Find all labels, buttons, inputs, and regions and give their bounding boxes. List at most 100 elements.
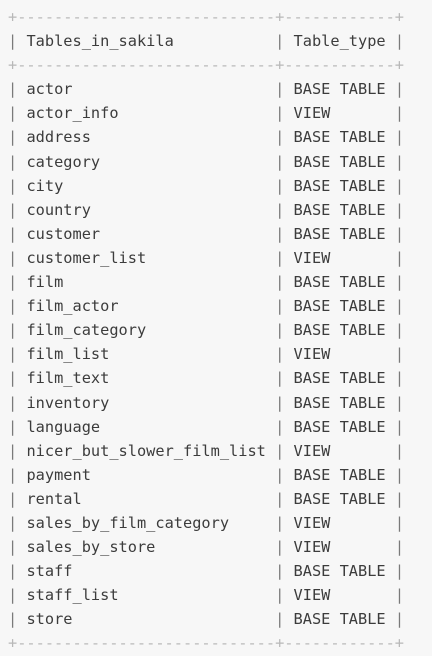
table-row: | category | BASE TABLE | bbox=[8, 150, 404, 174]
table-type-cell: BASE TABLE bbox=[293, 321, 386, 340]
column-divider: | bbox=[275, 273, 285, 292]
table-name-cell: film bbox=[26, 273, 64, 292]
column-divider: | bbox=[394, 297, 405, 316]
column-divider: | bbox=[275, 610, 285, 629]
column-divider: | bbox=[8, 393, 18, 412]
table-header-border: +----------------------------+----------… bbox=[8, 56, 405, 75]
table-row: | actor_info | VIEW | bbox=[8, 101, 404, 125]
column-divider: | bbox=[394, 104, 405, 123]
column-divider: | bbox=[394, 176, 405, 195]
table-row: | address | BASE TABLE | bbox=[8, 125, 404, 149]
table-name-cell: film_list bbox=[26, 345, 110, 364]
table-type-cell: BASE TABLE bbox=[293, 610, 386, 629]
table-type-cell: BASE TABLE bbox=[293, 465, 386, 484]
table-name-cell: language bbox=[26, 417, 101, 436]
table-type-cell: VIEW bbox=[293, 104, 331, 123]
table-row: | actor | BASE TABLE | bbox=[8, 77, 404, 101]
column-divider: | bbox=[394, 465, 405, 484]
column-divider: | bbox=[8, 32, 18, 51]
column-divider: | bbox=[275, 321, 285, 340]
table-row: | customer | BASE TABLE | bbox=[8, 222, 404, 246]
column-divider: | bbox=[275, 393, 285, 412]
column-divider: | bbox=[394, 610, 405, 629]
column-divider: | bbox=[275, 345, 285, 364]
table-type-cell: VIEW bbox=[293, 538, 331, 557]
column-header-table-type: Table_type bbox=[293, 32, 386, 51]
table-name-cell: category bbox=[26, 152, 101, 171]
column-divider: | bbox=[8, 538, 18, 557]
table-type-cell: VIEW bbox=[293, 586, 331, 605]
table-type-cell: VIEW bbox=[293, 345, 331, 364]
column-divider: | bbox=[275, 562, 285, 581]
column-divider: | bbox=[8, 104, 18, 123]
table-type-cell: BASE TABLE bbox=[293, 417, 386, 436]
table-type-cell: VIEW bbox=[293, 248, 331, 267]
column-divider: | bbox=[275, 200, 285, 219]
column-divider: | bbox=[8, 80, 18, 99]
column-divider: | bbox=[8, 248, 18, 267]
column-divider: | bbox=[275, 32, 285, 51]
table-row: | staff_list | VIEW | bbox=[8, 583, 404, 607]
column-divider: | bbox=[8, 513, 18, 532]
column-divider: | bbox=[8, 562, 18, 581]
column-divider: | bbox=[275, 297, 285, 316]
table-type-cell: BASE TABLE bbox=[293, 128, 386, 147]
table-name-cell: address bbox=[26, 128, 91, 147]
table-type-cell: BASE TABLE bbox=[293, 200, 386, 219]
column-divider: | bbox=[275, 417, 285, 436]
column-divider: | bbox=[394, 32, 405, 51]
table-top-border: +----------------------------+----------… bbox=[8, 8, 405, 26]
table-type-cell: BASE TABLE bbox=[293, 369, 386, 388]
table-name-cell: film_actor bbox=[26, 297, 119, 316]
column-divider: | bbox=[394, 152, 405, 171]
table-row: | film_actor | BASE TABLE | bbox=[8, 294, 404, 318]
column-divider: | bbox=[394, 393, 405, 412]
table-type-cell: BASE TABLE bbox=[293, 224, 386, 243]
table-type-cell: BASE TABLE bbox=[293, 152, 386, 171]
table-row: | film_text | BASE TABLE | bbox=[8, 366, 404, 390]
column-divider: | bbox=[394, 224, 405, 243]
column-divider: | bbox=[394, 562, 405, 581]
table-row: | film | BASE TABLE | bbox=[8, 270, 404, 294]
table-row: | sales_by_film_category | VIEW | bbox=[8, 511, 404, 535]
table-type-cell: BASE TABLE bbox=[293, 562, 386, 581]
column-divider: | bbox=[394, 586, 405, 605]
column-divider: | bbox=[394, 441, 405, 460]
column-divider: | bbox=[275, 586, 285, 605]
column-divider: | bbox=[8, 128, 18, 147]
column-divider: | bbox=[394, 369, 405, 388]
column-divider: | bbox=[394, 80, 405, 99]
table-name-cell: store bbox=[26, 610, 73, 629]
column-divider: | bbox=[8, 321, 18, 340]
column-divider: | bbox=[275, 104, 285, 123]
column-divider: | bbox=[8, 224, 18, 243]
column-divider: | bbox=[275, 538, 285, 557]
column-divider: | bbox=[394, 345, 405, 364]
column-divider: | bbox=[8, 417, 18, 436]
column-divider: | bbox=[275, 441, 285, 460]
column-divider: | bbox=[275, 224, 285, 243]
table-type-cell: VIEW bbox=[293, 513, 331, 532]
table-row: | payment | BASE TABLE | bbox=[8, 463, 404, 487]
table-name-cell: film_text bbox=[26, 369, 110, 388]
table-type-cell: BASE TABLE bbox=[293, 176, 386, 195]
column-divider: | bbox=[275, 465, 285, 484]
table-row: | inventory | BASE TABLE | bbox=[8, 391, 404, 415]
table-header-row: | Tables_in_sakila | Table_type | bbox=[8, 29, 404, 53]
column-divider: | bbox=[8, 200, 18, 219]
column-divider: | bbox=[275, 513, 285, 532]
table-row: | sales_by_store | VIEW | bbox=[8, 535, 404, 559]
table-name-cell: sales_by_film_category bbox=[26, 513, 230, 532]
table-type-cell: BASE TABLE bbox=[293, 489, 386, 508]
table-type-cell: BASE TABLE bbox=[293, 273, 386, 292]
column-divider: | bbox=[8, 176, 18, 195]
table-name-cell: inventory bbox=[26, 393, 110, 412]
table-type-cell: BASE TABLE bbox=[293, 80, 386, 99]
column-divider: | bbox=[275, 176, 285, 195]
table-name-cell: city bbox=[26, 176, 64, 195]
column-divider: | bbox=[394, 248, 405, 267]
column-divider: | bbox=[394, 513, 405, 532]
column-divider: | bbox=[394, 538, 405, 557]
column-divider: | bbox=[394, 489, 405, 508]
table-name-cell: country bbox=[26, 200, 91, 219]
